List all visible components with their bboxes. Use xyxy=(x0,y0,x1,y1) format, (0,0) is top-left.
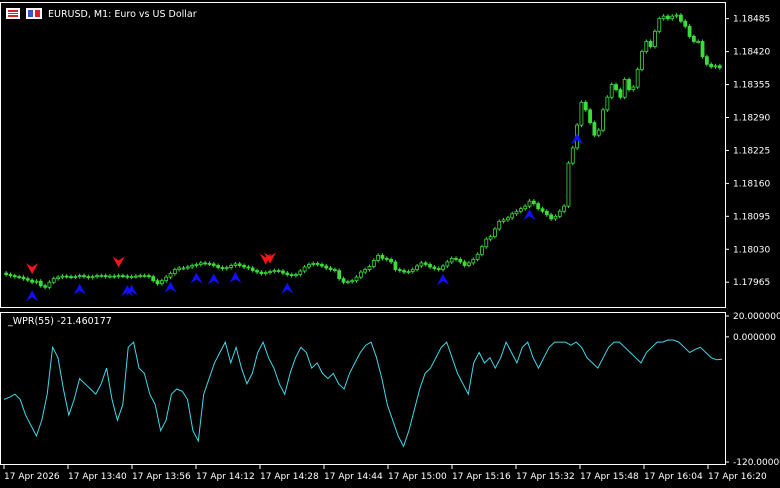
candle xyxy=(609,82,614,100)
time-tick-label: 17 Apr 14:28 xyxy=(260,472,319,482)
chart-canvas: EURUSD, M1: Euro vs US Dollar _WPR(55) -… xyxy=(0,0,780,488)
price-tick-label: 1.18485 xyxy=(733,15,770,25)
price-tick-label: 1.18290 xyxy=(733,113,770,123)
candle xyxy=(644,39,649,54)
candle xyxy=(493,226,497,239)
candle xyxy=(622,77,627,100)
candle xyxy=(337,268,342,281)
candle xyxy=(657,16,662,34)
time-tick-label: 17 Apr 15:00 xyxy=(388,472,447,482)
candle xyxy=(700,39,705,59)
candle xyxy=(393,259,398,272)
candle xyxy=(640,49,644,72)
time-tick-label: 17 Apr 14:44 xyxy=(324,472,383,482)
candle xyxy=(497,219,502,232)
candle xyxy=(566,161,571,209)
indicator-tick-label: 0.000000 xyxy=(733,333,776,343)
price-tick-label: 1.18030 xyxy=(733,245,770,255)
candle xyxy=(601,107,605,133)
symbol-title: EURUSD, M1: Euro vs US Dollar xyxy=(48,9,197,20)
price-tick-label: 1.18355 xyxy=(733,81,770,91)
time-tick-label: 17 Apr 16:20 xyxy=(708,472,767,482)
time-tick-label: 17 Apr 16:04 xyxy=(644,472,703,482)
candle xyxy=(627,77,631,92)
candle xyxy=(588,107,592,125)
candle xyxy=(635,67,640,90)
indicator-tick-label: 20.000000 xyxy=(733,312,780,322)
candle xyxy=(583,100,588,112)
price-tick-label: 1.18095 xyxy=(733,212,770,222)
candle xyxy=(484,237,489,249)
candle xyxy=(579,100,584,128)
candle xyxy=(618,87,623,100)
time-tick-label: 17 Apr 15:48 xyxy=(580,472,639,482)
time-tick-label: 17 Apr 13:56 xyxy=(132,472,191,482)
price-tick-label: 1.18160 xyxy=(733,179,770,189)
candle xyxy=(653,29,657,49)
candle xyxy=(704,54,709,67)
chart-window-icon[interactable] xyxy=(6,8,20,19)
indicator-tick-label: -120.000000 xyxy=(733,458,780,468)
candle xyxy=(480,244,484,257)
one-click-trading-icon[interactable] xyxy=(26,8,42,19)
time-tick-label: 17 Apr 13:40 xyxy=(68,472,127,482)
candle xyxy=(605,95,610,112)
price-tick-label: 1.18420 xyxy=(733,48,770,58)
candle xyxy=(592,120,597,138)
time-tick-label: 17 Apr 15:16 xyxy=(452,472,511,482)
candle xyxy=(570,145,575,166)
price-tick-label: 1.18225 xyxy=(733,146,770,156)
time-tick-label: 17 Apr 14:12 xyxy=(196,472,255,482)
time-tick-label: 17 Apr 15:32 xyxy=(516,472,575,482)
candle xyxy=(687,24,692,39)
price-tick-label: 1.17965 xyxy=(733,278,770,288)
indicator-title: _WPR(55) -21.460177 xyxy=(7,316,112,327)
time-tick-label: 17 Apr 2026 xyxy=(4,472,60,482)
